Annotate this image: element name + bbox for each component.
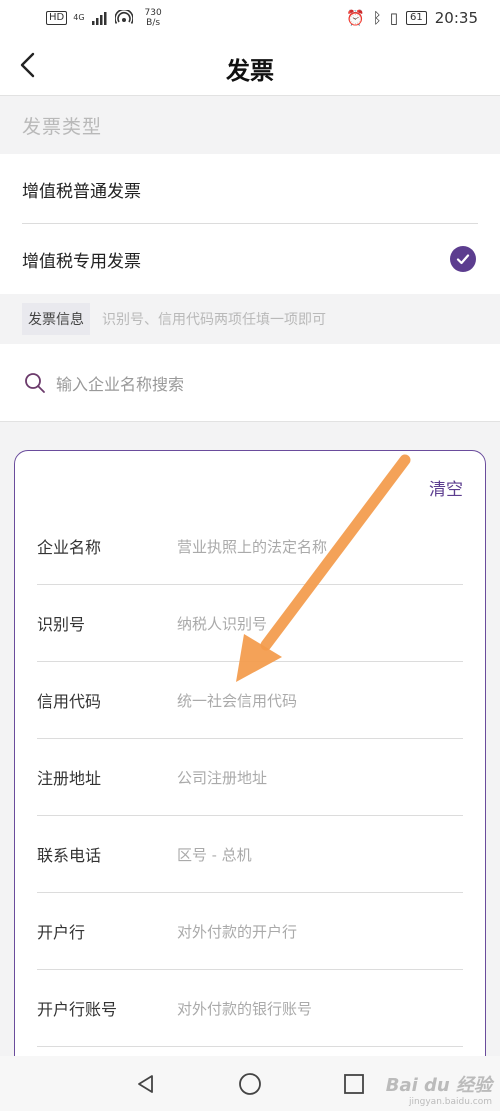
registered-address-input[interactable]: 公司注册地址: [177, 767, 267, 788]
invoice-type-label-text: 增值税专用发票: [22, 251, 141, 272]
field-label: 开户行账号: [37, 1000, 118, 1019]
field-label: 企业名称: [37, 538, 102, 557]
company-search[interactable]: 输入企业名称搜索: [0, 344, 500, 422]
hd-badge: HD: [46, 11, 68, 25]
invoice-type-special[interactable]: 增值税专用发票: [0, 224, 500, 294]
field-bank-account: 开户行账号 对外付款的银行账号: [37, 970, 463, 1047]
clear-button[interactable]: 清空: [429, 475, 463, 500]
invoice-type-label: 发票类型: [22, 116, 103, 138]
phone-input[interactable]: 区号 - 总机: [177, 844, 252, 865]
vibrate-icon: ▯: [389, 9, 399, 27]
system-nav-bar: Bai du 经验 jingyan.baidu.com: [0, 1056, 500, 1111]
alarm-icon: ⏰: [346, 9, 365, 27]
field-company-name: 企业名称 营业执照上的法定名称: [37, 508, 463, 585]
tax-id-input[interactable]: 纳税人识别号: [177, 613, 267, 634]
invoice-info-form: 清空 企业名称 营业执照上的法定名称 识别号 纳税人识别号 信用代码 统一社会信…: [14, 450, 486, 1111]
nav-header: 发票: [0, 36, 500, 96]
baidu-watermark: Bai du 经验 jingyan.baidu.com: [385, 1075, 492, 1107]
bank-account-input[interactable]: 对外付款的银行账号: [177, 998, 312, 1019]
clock: 20:35: [434, 9, 478, 27]
page-title: 发票: [226, 56, 274, 85]
field-credit-code: 信用代码 统一社会信用代码: [37, 662, 463, 739]
network-type: 4G: [73, 13, 85, 22]
field-label: 联系电话: [37, 846, 102, 865]
credit-code-input[interactable]: 统一社会信用代码: [177, 690, 297, 711]
nav-home-icon[interactable]: [238, 1072, 262, 1096]
invoice-info-bar: 发票信息 识别号、信用代码两项任填一项即可: [0, 294, 500, 344]
status-bar: HD 4G 730 B/s ⏰ ᛒ ▯ 61 20:35: [0, 0, 500, 36]
invoice-type-list: 增值税普通发票 增值税专用发票: [0, 154, 500, 294]
bluetooth-icon: ᛒ: [372, 9, 382, 27]
signal-icon: [91, 12, 107, 25]
field-label: 注册地址: [37, 769, 102, 788]
field-label: 识别号: [37, 615, 86, 634]
search-icon: [25, 372, 45, 393]
invoice-info-hint: 识别号、信用代码两项任填一项即可: [102, 312, 326, 328]
hotspot-icon: [114, 10, 133, 24]
field-registered-address: 注册地址 公司注册地址: [37, 739, 463, 816]
field-phone: 联系电话 区号 - 总机: [37, 816, 463, 893]
search-input[interactable]: 输入企业名称搜索: [56, 371, 184, 395]
bank-input[interactable]: 对外付款的开户行: [177, 921, 297, 942]
invoice-info-tag: 发票信息: [22, 303, 90, 335]
field-label: 信用代码: [37, 692, 102, 711]
invoice-type-ordinary[interactable]: 增值税普通发票: [0, 154, 500, 224]
invoice-type-label-text: 增值税普通发票: [22, 181, 141, 202]
battery-icon: 61: [406, 11, 427, 25]
field-label: 开户行: [37, 923, 86, 942]
field-tax-id: 识别号 纳税人识别号: [37, 585, 463, 662]
field-bank: 开户行 对外付款的开户行: [37, 893, 463, 970]
nav-back-icon[interactable]: [134, 1072, 158, 1096]
nav-recents-icon[interactable]: [342, 1072, 366, 1096]
company-name-input[interactable]: 营业执照上的法定名称: [177, 536, 327, 557]
selected-check-icon: [450, 246, 476, 272]
network-speed: 730 B/s: [144, 8, 162, 28]
